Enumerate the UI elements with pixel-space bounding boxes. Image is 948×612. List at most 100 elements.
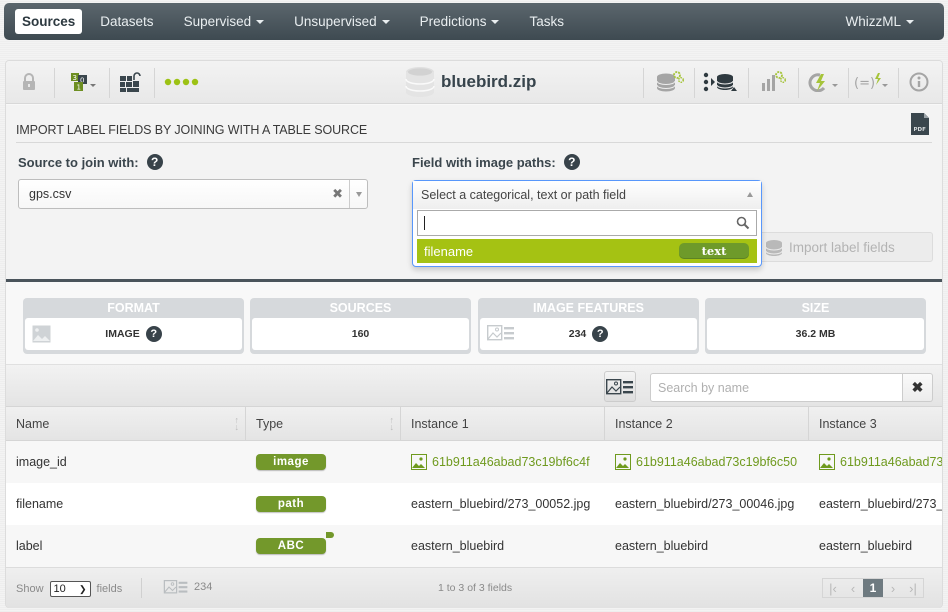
sort-icon[interactable]: ↑ ↓ — [235, 416, 240, 432]
unlock-composite-icon[interactable] — [117, 70, 143, 94]
help-icon[interactable]: ? — [145, 326, 162, 342]
clear-icon[interactable]: ✖ — [332, 186, 343, 202]
option-type-badge: text — [679, 243, 749, 259]
page-size-control: Show 10 ❯ fields — [16, 581, 122, 597]
page-size-select[interactable]: 10 ❯ — [49, 581, 91, 597]
field-name: label — [16, 539, 43, 553]
import-heading: IMPORT LABEL FIELDS BY JOINING WITH A TA… — [16, 123, 368, 137]
image-features-count-value: 234 — [194, 581, 213, 593]
field-type-badge: path — [256, 496, 326, 512]
first-page-button[interactable]: |‹ — [823, 579, 843, 597]
instance-value: eastern_bluebird — [615, 539, 709, 553]
column-header-type[interactable]: Type ↑ ↓ — [246, 407, 401, 441]
image-features-icon — [486, 324, 515, 344]
image-features-toggle-button[interactable] — [604, 371, 636, 402]
table-row[interactable]: filename path eastern_bluebird/273_00052… — [6, 483, 942, 525]
table-row[interactable]: label ABC eastern_bluebird eastern_blueb… — [6, 525, 942, 567]
stat-value: IMAGE — [105, 328, 140, 340]
image-paths-field-select[interactable]: Select a categorical, text or path field… — [412, 180, 762, 267]
lock-icon[interactable] — [20, 70, 38, 94]
chevron-down-icon — [906, 20, 914, 25]
field-search-input[interactable] — [417, 210, 757, 236]
source-to-join-text: Source to join with: — [18, 154, 139, 170]
svg-text:PDF: PDF — [914, 127, 927, 133]
column-label: Name — [16, 417, 50, 431]
text-cursor — [424, 216, 425, 230]
chevron-up-icon — [747, 192, 753, 197]
image-icon — [32, 325, 51, 346]
instance-image-link[interactable]: 61b911a46abad73c — [809, 441, 942, 483]
chevron-down-icon[interactable] — [349, 180, 367, 208]
configure-model-icon[interactable] — [758, 70, 788, 94]
nav-whizzml[interactable]: WhizzML — [833, 9, 926, 34]
field-types-icon[interactable]: 301 — [66, 70, 102, 94]
label-flag-icon — [326, 532, 334, 538]
one-click-dataset-icon[interactable] — [703, 70, 739, 94]
nav-sources[interactable]: Sources — [15, 9, 83, 34]
next-page-button[interactable]: › — [883, 579, 903, 597]
image-features-icon — [163, 580, 188, 594]
svg-text:(=): (=) — [854, 76, 875, 91]
stat-card-sources: SOURCES 160 — [250, 298, 471, 354]
close-icon: ✖ — [911, 379, 924, 395]
fields-label: fields — [96, 583, 123, 595]
instance-image-link[interactable]: 61b911a46abad73c19bf6c4f — [401, 441, 590, 483]
configure-dataset-icon[interactable] — [655, 70, 685, 94]
stat-title: IMAGE FEATURES — [533, 301, 644, 315]
instance-value: 61b911a46abad73c — [840, 455, 942, 469]
pagination-range: 1 to 3 of 3 fields — [438, 582, 513, 594]
instance-value: 61b911a46abad73c19bf6c50 — [636, 455, 798, 469]
table-row[interactable]: image_id image 61b911a46abad73c19bf6c4f … — [6, 441, 942, 483]
info-icon[interactable] — [908, 70, 930, 94]
column-label: Type — [256, 417, 284, 431]
prev-page-button[interactable]: ‹ — [843, 579, 863, 597]
field-option-filename[interactable]: filename text — [417, 239, 757, 263]
nav-supervised[interactable]: Supervised — [172, 9, 277, 34]
last-page-button[interactable]: ›| — [903, 579, 923, 597]
database-icon — [405, 67, 435, 97]
table-footer: Show 10 ❯ fields 234 1 to 3 of 3 fields … — [6, 567, 942, 608]
instance-value: eastern_bluebird/273_00052.jpg — [411, 497, 591, 511]
pagination: |‹ ‹ 1 › ›| — [822, 578, 924, 598]
source-to-join-select[interactable]: gps.csv ✖ — [18, 179, 368, 209]
instance-image-link[interactable]: 61b911a46abad73c19bf6c50 — [605, 441, 797, 483]
option-label: filename — [424, 243, 474, 259]
column-header-name[interactable]: Name ↑ ↓ — [6, 407, 246, 441]
import-label-fields-button[interactable]: Import label fields — [750, 232, 933, 262]
nav-unsupervised[interactable]: Unsupervised — [282, 9, 402, 34]
instance-value: eastern_bluebird — [819, 539, 913, 553]
column-header-instance-3: Instance 3 — [809, 407, 942, 441]
stat-card-size: SIZE 36.2 MB — [705, 298, 926, 354]
field-name: filename — [16, 497, 64, 511]
stat-value: 36.2 MB — [795, 328, 836, 340]
field-type-badge: ABC — [256, 538, 326, 554]
batch-prediction-icon[interactable]: (=) — [854, 70, 890, 94]
clear-search-button[interactable]: ✖ — [903, 373, 933, 402]
field-name: image_id — [16, 455, 67, 469]
image-paths-field-placeholder[interactable]: Select a categorical, text or path field — [413, 181, 761, 209]
help-icon[interactable]: ? — [563, 154, 580, 170]
nav-whizzml-label: WhizzML — [845, 14, 901, 29]
pdf-icon[interactable]: PDF — [910, 112, 930, 136]
svg-text:3: 3 — [73, 74, 77, 82]
source-name: bluebird.zip — [441, 72, 537, 91]
nav-predictions[interactable]: Predictions — [408, 9, 512, 34]
nav-unsupervised-label: Unsupervised — [294, 14, 377, 29]
stat-title: SOURCES — [329, 301, 392, 315]
help-icon[interactable]: ? — [592, 326, 609, 342]
source-stats: FORMAT IMAGE ? SOURCES 160 IMAGE FEATURE… — [6, 282, 942, 362]
stat-body: 36.2 MB — [707, 318, 924, 350]
one-click-model-icon[interactable] — [806, 70, 840, 94]
search-by-name-input[interactable] — [650, 373, 903, 402]
column-label: Instance 2 — [615, 417, 673, 431]
chevron-down-icon — [381, 20, 390, 25]
help-icon[interactable]: ? — [146, 154, 163, 170]
nav-datasets[interactable]: Datasets — [88, 9, 165, 34]
stat-body: 160 — [252, 318, 469, 350]
source-title: bluebird.zip — [405, 66, 536, 98]
chevron-down-icon: ❯ — [78, 583, 87, 594]
column-label: Instance 3 — [819, 417, 877, 431]
current-page-button[interactable]: 1 — [863, 579, 883, 597]
nav-tasks[interactable]: Tasks — [517, 9, 576, 34]
sort-icon[interactable]: ↑ ↓ — [390, 416, 395, 432]
